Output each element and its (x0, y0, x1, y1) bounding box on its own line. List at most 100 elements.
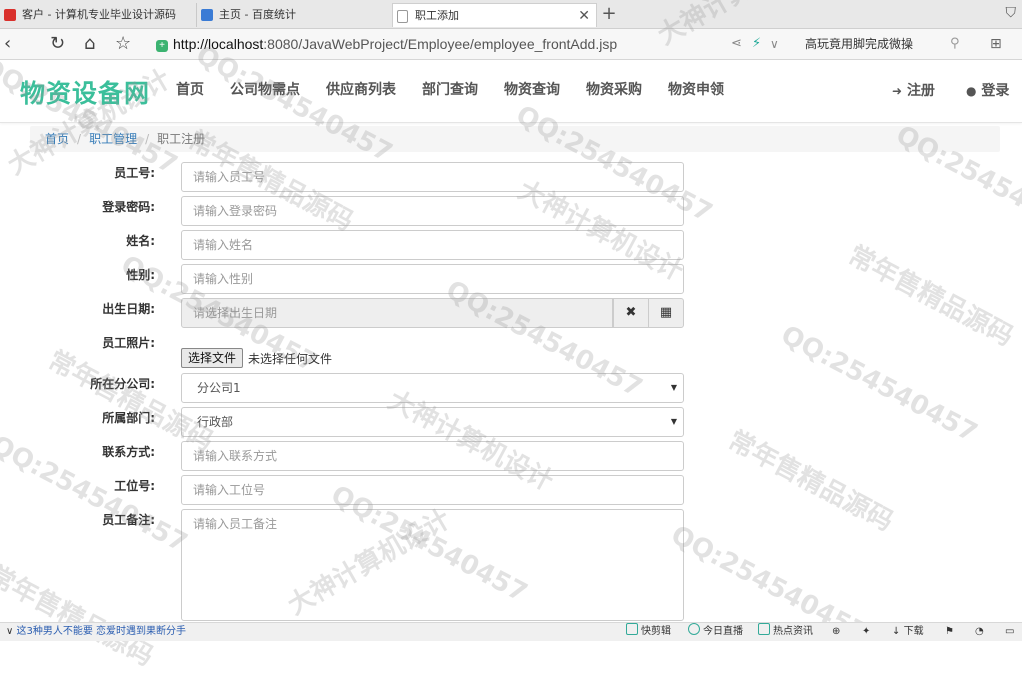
file-status-text: 未选择任何文件 (248, 352, 333, 366)
site-header: 物资设备网 首页 公司物需点 供应商列表 部门查询 物资查询 物资采购 物资申领… (0, 60, 1022, 123)
chevron-down-icon[interactable]: ∨ (770, 33, 779, 55)
browser-tab-active[interactable]: 职工添加 ✕ (392, 3, 597, 27)
tab-title: 主页 - 百度统计 (219, 8, 296, 21)
site-logo[interactable]: 物资设备网 (20, 74, 150, 110)
tab-title: 职工添加 (415, 9, 459, 22)
nav-departments[interactable]: 部门查询 (422, 79, 478, 99)
department-select[interactable]: 行政部 ▼ (181, 407, 684, 437)
live-label: 今日直播 (703, 626, 743, 637)
department-selected-value: 行政部 (197, 415, 234, 429)
breadcrumb: 首页 / 职工管理 / 职工注册 (30, 126, 1000, 152)
remark-label: 员工备注: (102, 513, 155, 527)
extension-icon[interactable]: ✦ (862, 623, 870, 641)
nav-requisition[interactable]: 物资申领 (668, 79, 724, 99)
register-label: 注册 (906, 83, 935, 99)
back-icon[interactable]: ‹ (4, 32, 11, 56)
tab-title: 客户 - 计算机专业毕业设计源码 (22, 8, 176, 21)
chevron-down-icon: ∨ (6, 626, 14, 637)
register-link[interactable]: ➜ 注册 (892, 80, 935, 100)
photo-label: 员工照片: (102, 336, 155, 350)
gender-input[interactable]: 请输入性别 (181, 264, 684, 294)
quick-edit-label: 快剪辑 (641, 626, 671, 637)
watermark: 常年售精品源码 (723, 425, 898, 538)
url-host: http://localhost (173, 36, 264, 52)
browser-tab[interactable]: 客户 - 计算机专业毕业设计源码 (0, 3, 195, 27)
nav-suppliers[interactable]: 供应商列表 (326, 79, 396, 99)
favicon-icon (4, 9, 16, 21)
url-path: :8080/JavaWebProject/Employee/employee_f… (263, 36, 618, 52)
seat-no-label: 工位号: (114, 479, 155, 493)
reload-icon[interactable]: ↻ (50, 32, 65, 56)
login-label: 登录 (981, 83, 1010, 99)
user-icon: ● (966, 84, 977, 98)
shield-icon: + (156, 40, 168, 52)
watermark: QQ:254540457 (775, 320, 982, 449)
birth-date-label: 出生日期: (102, 302, 155, 316)
login-link[interactable]: ● 登录 (966, 80, 1009, 100)
browser-tab-bar: 客户 - 计算机专业毕业设计源码 主页 - 百度统计 职工添加 ✕ + ⛉ (0, 0, 1022, 29)
news-text: 这3种男人不能要 恋爱时遇到果断分手 (16, 626, 187, 637)
download-button[interactable]: ↓ 下载 (892, 623, 924, 641)
remark-textarea[interactable]: 请输入员工备注 (181, 509, 684, 621)
main-nav: 首页 公司物需点 供应商列表 部门查询 物资查询 物资采购 物资申领 (176, 79, 750, 99)
browser-status-bar: ∨ 这3种男人不能要 恋爱时遇到果断分手 快剪辑 今日直播 热点资讯 ⊕ ✦ ↓… (0, 622, 1022, 641)
shirt-icon[interactable]: ⛉ (1006, 5, 1017, 21)
seat-no-input[interactable]: 请输入工位号 (181, 475, 684, 505)
branch-select[interactable]: 分公司1 ▼ (181, 373, 684, 403)
search-icon[interactable]: ⚲ (950, 33, 960, 55)
choose-file-button[interactable]: 选择文件 (181, 348, 244, 368)
watermark: QQ:254540457 (0, 430, 192, 559)
password-label: 登录密码: (102, 200, 155, 214)
home-icon[interactable]: ⌂ (84, 32, 95, 56)
breadcrumb-home[interactable]: 首页 (45, 132, 69, 146)
breadcrumb-section[interactable]: 职工管理 (89, 132, 137, 146)
page-favicon-icon (397, 10, 408, 23)
birth-date-input[interactable]: 请选择出生日期 (181, 298, 613, 328)
caret-down-icon: ▼ (670, 417, 677, 426)
search-suggestion[interactable]: 高玩竟用脚完成微操 (805, 33, 913, 55)
nav-company-needs[interactable]: 公司物需点 (230, 79, 300, 99)
window-icon[interactable]: ▭ (1005, 623, 1014, 641)
breadcrumb-current: 职工注册 (157, 132, 206, 146)
nav-home[interactable]: 首页 (176, 79, 204, 99)
chart-favicon-icon (201, 9, 213, 21)
breadcrumb-separator: / (145, 132, 150, 146)
live-icon (688, 623, 700, 635)
download-label: 下载 (903, 626, 924, 637)
share-icon[interactable]: ⋖ (731, 33, 742, 55)
quick-edit-button[interactable]: 快剪辑 (626, 623, 671, 641)
hot-news-label: 热点资讯 (773, 626, 813, 637)
zoom-icon[interactable]: ⊕ (832, 623, 840, 641)
employee-no-input[interactable]: 请输入员工号 (181, 162, 684, 192)
apps-icon[interactable]: ⊞ (990, 33, 1002, 55)
calendar-icon[interactable]: ▦ (648, 298, 684, 328)
watermark: 常年售精品源码 (0, 560, 158, 673)
nav-purchase[interactable]: 物资采购 (586, 79, 642, 99)
password-input[interactable]: 请输入登录密码 (181, 196, 684, 226)
browser-tab[interactable]: 主页 - 百度统计 (196, 3, 391, 27)
live-button[interactable]: 今日直播 (688, 623, 743, 641)
close-icon[interactable]: ✕ (578, 4, 590, 27)
nav-materials[interactable]: 物资查询 (504, 79, 560, 99)
play-icon (626, 623, 638, 635)
star-icon[interactable]: ☆ (115, 32, 131, 56)
download-icon: ↓ (892, 626, 901, 637)
news-icon (758, 623, 770, 635)
clear-date-icon[interactable]: ✖ (613, 298, 649, 328)
name-label: 姓名: (126, 234, 155, 248)
branch-selected-value: 分公司1 (197, 381, 241, 395)
ie-icon[interactable]: ◔ (975, 623, 984, 641)
breadcrumb-separator: / (77, 132, 82, 146)
bolt-icon[interactable]: ⚡ (752, 33, 761, 55)
caret-down-icon: ▼ (670, 383, 677, 392)
contact-input[interactable]: 请输入联系方式 (181, 441, 684, 471)
url-field[interactable]: + http://localhost:8080/JavaWebProject/Em… (156, 33, 617, 55)
new-tab-button[interactable]: + (598, 3, 620, 25)
news-ticker[interactable]: ∨ 这3种男人不能要 恋爱时遇到果断分手 (6, 623, 186, 641)
flag-icon[interactable]: ⚑ (945, 623, 954, 641)
watermark: 常年售精品源码 (843, 240, 1018, 353)
employee-no-label: 员工号: (114, 166, 155, 180)
hot-news-button[interactable]: 热点资讯 (758, 623, 813, 641)
name-input[interactable]: 请输入姓名 (181, 230, 684, 260)
address-bar: ‹ ↻ ⌂ ☆ + http://localhost:8080/JavaWebPr… (0, 29, 1022, 60)
